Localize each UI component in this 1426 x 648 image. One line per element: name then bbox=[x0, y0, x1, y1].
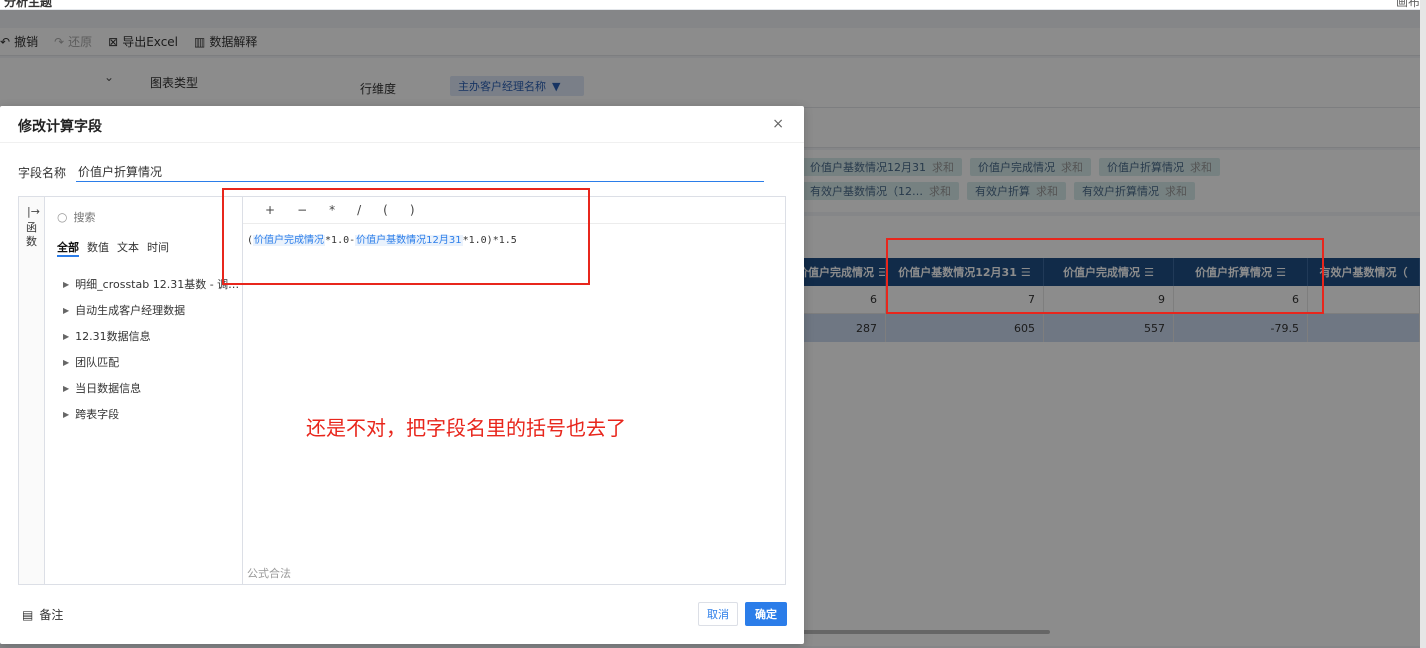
caret-right-icon: ▶ bbox=[63, 305, 70, 315]
field-name-row: 字段名称 bbox=[18, 162, 765, 182]
search-input[interactable] bbox=[73, 210, 214, 224]
filter-tab-number[interactable]: 数值 bbox=[87, 239, 109, 257]
note-link[interactable]: ▤ 备注 bbox=[22, 606, 63, 623]
filter-tab-text[interactable]: 文本 bbox=[117, 239, 139, 257]
search-icon: ○ bbox=[57, 210, 68, 224]
caret-right-icon: ▶ bbox=[63, 279, 70, 289]
filter-tab-time[interactable]: 时间 bbox=[147, 239, 169, 257]
caret-right-icon: ▶ bbox=[63, 331, 70, 341]
tree-item[interactable]: ▶ 12.31数据信息 bbox=[63, 323, 243, 349]
note-icon: ▤ bbox=[22, 607, 34, 622]
tree-item[interactable]: ▶ 明细_crosstab 12.31基数 - 调… bbox=[63, 271, 243, 297]
caret-right-icon: ▶ bbox=[63, 383, 70, 393]
function-rail-label: 函数 bbox=[26, 221, 37, 248]
filter-tabs: 全部 数值 文本 时间 bbox=[57, 239, 169, 257]
app-title: 分析主题 bbox=[4, 0, 53, 9]
tree-item[interactable]: ▶ 当日数据信息 bbox=[63, 375, 243, 401]
annotation-text: 还是不对，把字段名里的括号也去了 bbox=[306, 416, 626, 440]
field-name-input[interactable] bbox=[76, 162, 765, 182]
field-list-panel: ○ 全部 数值 文本 时间 ▶明细_crosstab 12.31基数 - 调… … bbox=[45, 197, 243, 584]
annotation-box-formula bbox=[222, 188, 590, 285]
app-title-bar: 分析主题 画布 bbox=[0, 0, 1426, 10]
edit-calc-field-dialog: 修改计算字段 × 字段名称 |→ 函数 ○ 全部 数值 文本 时间 ▶明细_cr… bbox=[0, 106, 804, 644]
tree-item[interactable]: ▶ 自动生成客户经理数据 bbox=[63, 297, 243, 323]
formula-status: 公式合法 bbox=[247, 567, 291, 580]
field-name-label: 字段名称 bbox=[18, 165, 67, 180]
caret-right-icon: ▶ bbox=[63, 357, 70, 367]
search-box[interactable]: ○ bbox=[57, 207, 227, 227]
canvas-label[interactable]: 画布 bbox=[1396, 0, 1420, 9]
tree-item[interactable]: ▶ 跨表字段 bbox=[63, 401, 243, 427]
annotation-box-grid bbox=[886, 238, 1324, 314]
expand-icon[interactable]: |→ bbox=[27, 205, 40, 218]
ok-button[interactable]: 确定 bbox=[745, 602, 787, 626]
tree-item[interactable]: ▶ 团队匹配 bbox=[63, 349, 243, 375]
dialog-title: 修改计算字段 bbox=[18, 119, 102, 135]
filter-tab-all[interactable]: 全部 bbox=[57, 239, 79, 257]
function-rail[interactable]: |→ 函数 bbox=[19, 197, 45, 584]
close-icon[interactable]: × bbox=[772, 116, 784, 132]
divider bbox=[0, 142, 804, 143]
caret-right-icon: ▶ bbox=[63, 409, 70, 419]
vertical-scrollbar[interactable] bbox=[1420, 0, 1426, 648]
field-tree: ▶ 明细_crosstab 12.31基数 - 调… ▶ 自动生成客户经理数据 ▶ 1… bbox=[63, 271, 243, 427]
cancel-button[interactable]: 取消 bbox=[698, 602, 738, 626]
